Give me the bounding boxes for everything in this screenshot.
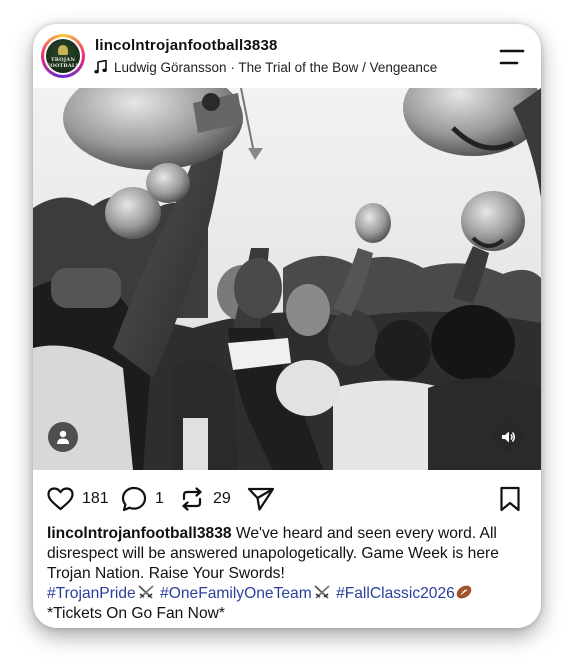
avatar[interactable]: TROJAN FOOTBALL [41, 34, 85, 78]
american-football-emoji [456, 585, 472, 599]
heart-icon [47, 487, 74, 511]
avatar-frame: TROJAN FOOTBALL [44, 37, 82, 75]
caption-footer: *Tickets On Go Fan Now* [47, 605, 225, 622]
action-bar: 181 1 29 [33, 470, 541, 524]
comment-count: 1 [155, 490, 164, 507]
like-count: 181 [82, 490, 109, 507]
bookmark-icon [500, 486, 520, 512]
hashtag-trojanpride[interactable]: #TrojanPride [47, 585, 136, 602]
speaker-icon [502, 431, 515, 443]
team-logo: TROJAN FOOTBALL [46, 39, 80, 73]
share-button[interactable] [247, 486, 275, 512]
song-label[interactable]: Ludwig Göransson · The Trial of the Bow … [114, 60, 437, 75]
comment-button[interactable]: 1 [121, 486, 164, 512]
person-tag-icon [57, 430, 69, 444]
repost-icon [182, 487, 202, 511]
post-header: TROJAN FOOTBALL lincolntrojanfootball383… [33, 24, 541, 88]
tagged-people-button[interactable] [48, 422, 78, 452]
avatar-logo-text: TROJAN FOOTBALL [46, 57, 80, 69]
sound-toggle-button[interactable] [493, 422, 523, 452]
post-caption: lincolntrojanfootball3838 We've heard an… [47, 524, 531, 624]
trojan-helmet-logo-mark [58, 45, 68, 55]
crossed-swords-emoji [138, 585, 154, 599]
post-photo[interactable] [33, 88, 541, 470]
team-huddle-photo [33, 88, 541, 470]
send-icon [247, 487, 275, 511]
repost-button[interactable]: 29 [179, 486, 231, 512]
crossed-swords-emoji [314, 585, 330, 599]
caption-username[interactable]: lincolntrojanfootball3838 [47, 525, 232, 542]
comment-bubble-icon [121, 486, 147, 512]
menu-icon[interactable] [499, 48, 525, 66]
post-username[interactable]: lincolntrojanfootball3838 [95, 37, 278, 54]
post-card: TROJAN FOOTBALL lincolntrojanfootball383… [33, 24, 541, 628]
like-button[interactable]: 181 [47, 486, 109, 512]
repost-count: 29 [213, 490, 231, 507]
hashtag-onefamilyoneteam[interactable]: #OneFamilyOneTeam [160, 585, 312, 602]
music-note-icon [94, 60, 107, 74]
hashtag-fallclassic2026[interactable]: #FallClassic2026 [336, 585, 455, 602]
save-button[interactable] [499, 486, 521, 512]
